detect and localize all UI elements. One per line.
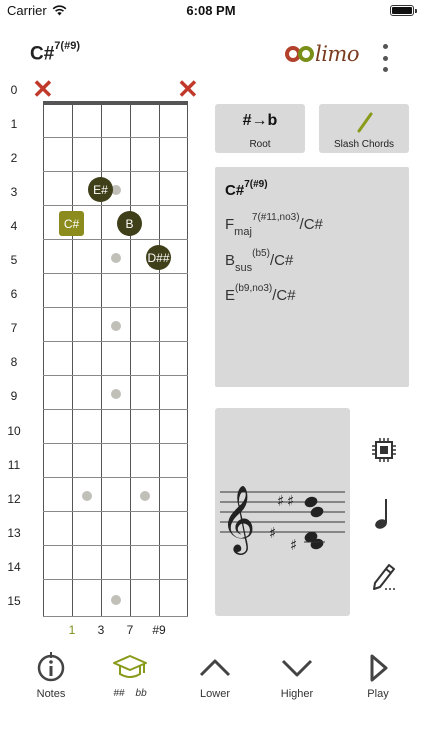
slash-icon <box>357 112 373 133</box>
info-icon <box>37 652 65 682</box>
inlay-dot <box>111 253 121 263</box>
mute-marker-low-e[interactable]: ✕ <box>32 76 54 102</box>
note-head <box>304 496 318 508</box>
alt-root: E <box>225 287 236 304</box>
chip-icon[interactable] <box>371 437 397 463</box>
fret-number: 5 <box>10 253 18 267</box>
inlay-dot <box>111 321 121 331</box>
chord-names-panel: C#7(#9) Fmaj7(#11,no3)/C# Bsus(b5)/C# E(… <box>215 167 409 387</box>
alt-sup: 7(#11,no3) <box>251 212 300 223</box>
logo-text: limo <box>315 42 360 66</box>
alt-root: B <box>225 252 236 269</box>
chord-title: C#7(#9) <box>30 40 80 65</box>
inlay-dot <box>111 595 121 605</box>
higher-button-label: Higher <box>280 688 314 700</box>
chord-title-root: C# <box>30 43 55 65</box>
fret-note-b[interactable]: B <box>117 211 142 236</box>
root-button-label: Root <box>249 139 271 150</box>
fret-note-root-c-sharp[interactable]: C# <box>59 211 84 236</box>
fret-number: 11 <box>7 458 21 472</box>
chord-title-superscript: 7(#9) <box>54 40 80 52</box>
battery-icon <box>390 5 417 16</box>
chord-name-alternative[interactable]: E(b9,no3)/C# <box>225 283 296 304</box>
chevron-up-icon <box>199 659 231 677</box>
clock: 6:08 PM <box>186 3 236 18</box>
note-head <box>310 506 324 518</box>
fret-number: 2 <box>10 151 18 165</box>
fret-number: 12 <box>7 492 21 506</box>
play-icon <box>370 654 388 682</box>
notes-button[interactable]: Notes <box>16 645 86 700</box>
sharp-to-flat-text: #→b <box>242 112 278 129</box>
alt-bass: /C# <box>272 287 296 304</box>
play-button-label: Play <box>367 688 389 700</box>
more-options-button[interactable] <box>378 44 392 72</box>
inlay-dot <box>111 389 121 399</box>
sharp-sign: ♯ <box>287 492 294 510</box>
fret-number: 15 <box>7 594 21 608</box>
root-button[interactable]: #→b Root <box>215 104 305 153</box>
fret-number: 1 <box>10 117 18 131</box>
oolimo-logo: limo <box>285 42 360 66</box>
bottom-toolbar: Notes ## bb Lower Higher Play <box>0 645 422 710</box>
fret-number: 6 <box>10 287 18 301</box>
treble-clef-icon: 𝄞 <box>221 484 255 555</box>
higher-button[interactable]: Higher <box>262 645 332 700</box>
fret-number: 0 <box>10 83 18 97</box>
fret-note-d-double-sharp[interactable]: D## <box>146 245 171 270</box>
string-interval-label: 1 <box>68 623 76 637</box>
slash-chords-label: Slash Chords <box>333 139 395 150</box>
fret-number: 4 <box>10 219 18 233</box>
sharp-sign: ♯ <box>290 536 297 554</box>
slash-chords-button[interactable]: Slash Chords <box>319 104 409 153</box>
graduation-cap-icon <box>113 655 147 678</box>
string-interval-label: 7 <box>126 623 134 637</box>
pencil-icon[interactable] <box>371 561 399 591</box>
accidentals-button[interactable]: ## bb <box>95 645 165 699</box>
fret-number: 7 <box>10 321 18 335</box>
chord-name-main[interactable]: C#7(#9) <box>225 179 268 199</box>
fret-number: 10 <box>7 424 21 438</box>
mute-marker-high-e[interactable]: ✕ <box>177 76 199 102</box>
sharp-sign: ♯ <box>277 492 284 510</box>
more-dot <box>382 55 388 61</box>
chord-name-alternative[interactable]: Fmaj 7(#11,no3)/C# <box>225 212 323 238</box>
alt-root: F <box>225 216 235 233</box>
string-interval-label: #9 <box>152 623 166 637</box>
status-bar: Carrier 6:08 PM <box>0 0 422 22</box>
chord-name-main-root: C# <box>225 182 245 199</box>
fret-number: 9 <box>10 389 18 403</box>
lower-button-label: Lower <box>200 688 230 700</box>
fret-note-e-sharp[interactable]: E# <box>88 177 113 202</box>
string-interval-label: 3 <box>97 623 105 637</box>
notes-button-label: Notes <box>36 688 66 700</box>
sharp-sign: ♯ <box>269 524 276 542</box>
more-dot <box>382 44 388 49</box>
logo-circle-green <box>298 46 314 62</box>
inlay-dot <box>82 491 92 501</box>
alt-bass: /C# <box>299 216 323 233</box>
staff-notation: 𝄞 ♯ ♯ ♯ ♯ <box>220 484 345 555</box>
alt-sup: (b9,no3) <box>235 283 273 294</box>
fretboard-grid[interactable] <box>43 103 188 617</box>
fret-number: 14 <box>7 560 21 574</box>
accidentals-button-label: ## bb <box>113 688 147 699</box>
quarter-note-icon[interactable] <box>371 497 397 531</box>
chevron-down-icon <box>281 659 313 677</box>
chord-name-main-sup: 7(#9) <box>244 179 268 190</box>
chord-name-alternative[interactable]: Bsus (b5)/C# <box>225 248 294 274</box>
staff-notation-panel: 𝄞 ♯ ♯ ♯ ♯ <box>215 408 350 616</box>
fret-number: 3 <box>10 185 18 199</box>
alt-sub: maj <box>234 226 252 238</box>
alt-sup: (b5) <box>252 248 270 259</box>
inlay-dot <box>140 491 150 501</box>
play-button[interactable]: Play <box>343 645 413 700</box>
alt-bass: /C# <box>269 252 294 269</box>
more-dot <box>382 67 388 72</box>
fret-number: 13 <box>7 526 21 540</box>
lower-button[interactable]: Lower <box>180 645 250 700</box>
alt-sub: sus <box>235 262 253 274</box>
sharp-to-flat-icon: #→b <box>215 112 305 130</box>
fret-number: 8 <box>10 355 18 369</box>
